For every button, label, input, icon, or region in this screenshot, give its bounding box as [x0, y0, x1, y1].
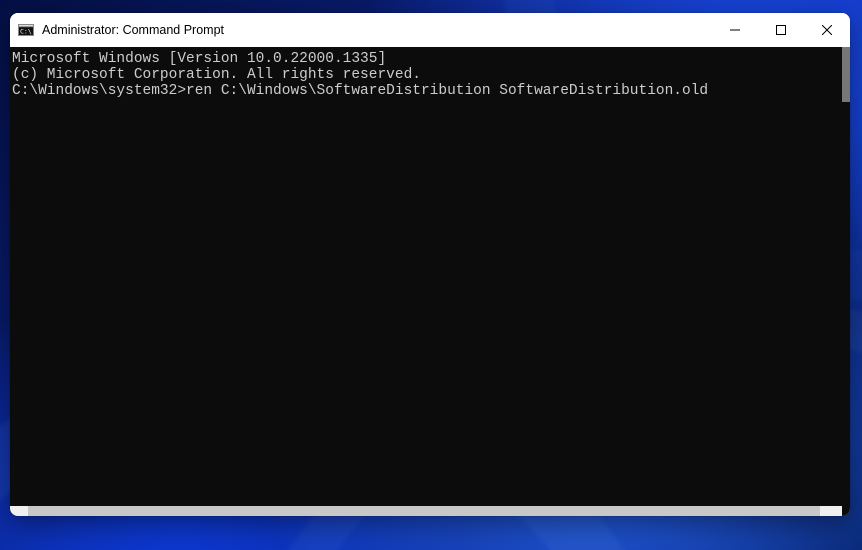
terminal-prompt-line: C:\Windows\system32>ren C:\Windows\Softw…: [12, 83, 842, 99]
vertical-scrollbar[interactable]: [842, 47, 850, 506]
svg-text:C:\: C:\: [20, 28, 32, 36]
terminal-area[interactable]: Microsoft Windows [Version 10.0.22000.13…: [10, 47, 850, 516]
terminal-command: ren C:\Windows\SoftwareDistribution Soft…: [186, 83, 708, 99]
window-title: Administrator: Command Prompt: [42, 23, 712, 37]
terminal-output[interactable]: Microsoft Windows [Version 10.0.22000.13…: [10, 47, 842, 506]
close-button[interactable]: [804, 13, 850, 47]
titlebar[interactable]: C:\ Administrator: Command Prompt: [10, 13, 850, 47]
terminal-line: (c) Microsoft Corporation. All rights re…: [12, 67, 842, 83]
cmd-icon: C:\: [18, 22, 34, 38]
maximize-button[interactable]: [758, 13, 804, 47]
vertical-scrollbar-thumb[interactable]: [842, 47, 850, 102]
window-controls: [712, 13, 850, 47]
terminal-prompt: C:\Windows\system32>: [12, 83, 186, 99]
terminal-line: Microsoft Windows [Version 10.0.22000.13…: [12, 51, 842, 67]
command-prompt-window: C:\ Administrator: Command Prompt Micros…: [10, 13, 850, 516]
horizontal-scrollbar[interactable]: [10, 506, 842, 516]
horizontal-scrollbar-thumb[interactable]: [28, 506, 820, 516]
minimize-button[interactable]: [712, 13, 758, 47]
